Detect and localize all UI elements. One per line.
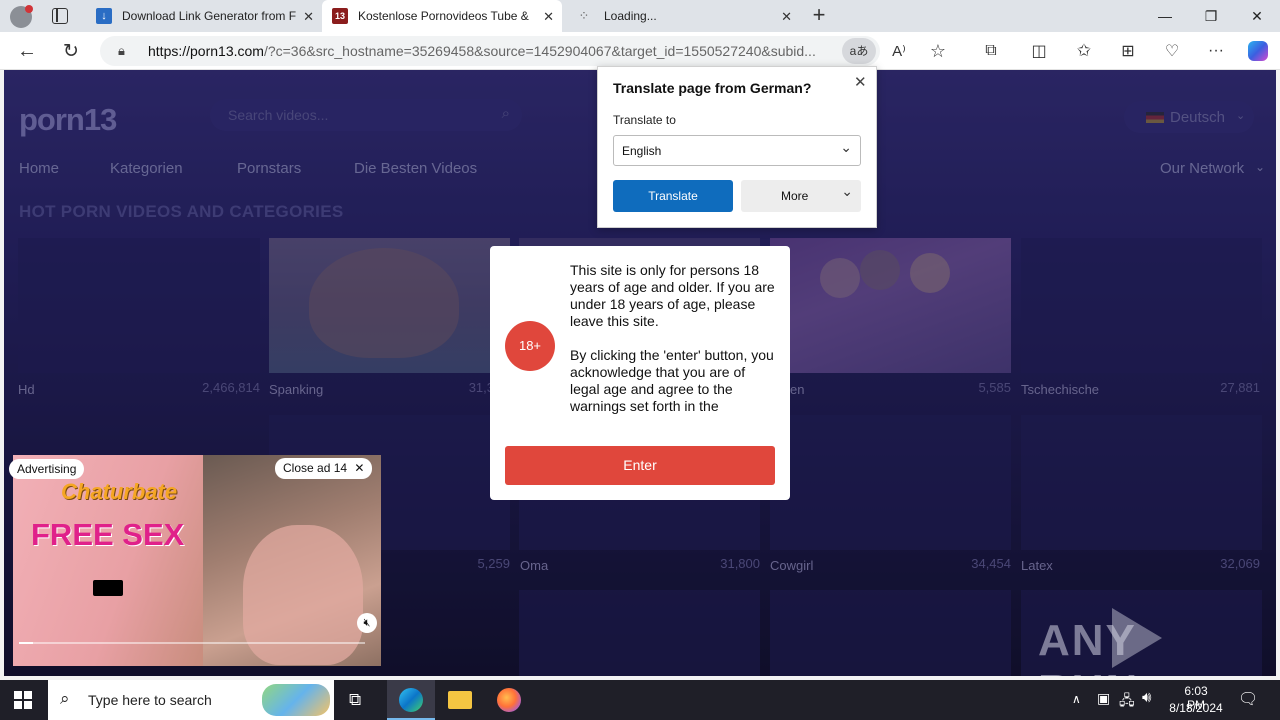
- enter-button[interactable]: Enter: [505, 446, 775, 485]
- close-window-icon[interactable]: ✕: [1234, 0, 1280, 32]
- file-explorer-icon[interactable]: [448, 691, 472, 709]
- age-verification-dialog: 18+ This site is only for persons 18 yea…: [490, 246, 790, 500]
- tab-loading[interactable]: ⁘ Loading... ✕: [566, 0, 800, 32]
- translate-title: Translate page from German?: [613, 80, 812, 96]
- split-screen-icon[interactable]: ◫: [1026, 38, 1052, 64]
- age-18-badge: 18+: [505, 321, 555, 371]
- device-icon[interactable]: ▣: [1097, 690, 1110, 707]
- copilot-icon[interactable]: [1245, 38, 1271, 64]
- windows-start-icon[interactable]: [14, 691, 32, 709]
- tab-actions-icon[interactable]: [52, 8, 68, 24]
- edge-taskbar-icon[interactable]: [387, 680, 435, 720]
- ad-brand-logo: Chaturbate: [61, 479, 178, 504]
- translate-page-icon[interactable]: aあ: [842, 38, 876, 64]
- network-icon[interactable]: 🖧︎: [1119, 690, 1135, 714]
- chevron-up-icon[interactable]: ∧: [1072, 692, 1081, 706]
- read-aloud-icon[interactable]: A⁾: [886, 38, 912, 64]
- search-icon: ⌕: [60, 689, 70, 708]
- translate-to-label: Translate to: [613, 113, 676, 127]
- minimize-icon[interactable]: —: [1142, 0, 1188, 32]
- browser-essentials-icon[interactable]: ♡: [1159, 38, 1185, 64]
- chevron-down-icon: ⌄: [841, 183, 853, 199]
- lock-icon[interactable]: 🔒︎: [118, 43, 125, 59]
- target-language-select[interactable]: English ⌄: [613, 135, 861, 166]
- translate-popup: Translate page from German? ✕ Translate …: [597, 66, 877, 228]
- more-button[interactable]: More ⌄: [741, 180, 861, 212]
- translate-button[interactable]: Translate: [613, 180, 733, 212]
- browser-toolbar: ← ↻ 🔒︎ https://porn13.com/?c=36&src_host…: [0, 32, 1280, 70]
- tab-title: Kostenlose Pornovideos Tube &: [358, 9, 529, 23]
- play-icon: [1112, 608, 1162, 668]
- tab-title: Loading...: [604, 9, 657, 23]
- notifications-icon[interactable]: 🗨︎: [1238, 689, 1258, 709]
- refresh-icon[interactable]: ↻: [58, 38, 84, 64]
- mute-icon[interactable]: 🔇︎: [357, 613, 377, 633]
- censor-box: [93, 580, 123, 596]
- volume-icon[interactable]: 🔊︎: [1142, 689, 1151, 706]
- ad-headline: FREE SEX: [31, 517, 185, 552]
- close-icon: ✕: [354, 461, 365, 475]
- download-icon: ↓: [96, 8, 112, 24]
- video-ad[interactable]: Chaturbate FREE SEX 🔇︎: [13, 455, 381, 666]
- taskbar-search-box[interactable]: ⌕ Type here to search: [48, 680, 334, 720]
- profile-avatar-icon[interactable]: [10, 5, 33, 28]
- tab-kostenlose-pornovideos[interactable]: 13 Kostenlose Pornovideos Tube & ✕: [322, 0, 562, 32]
- task-view-icon[interactable]: ⧉: [349, 690, 361, 710]
- loading-icon: ⁘: [578, 8, 590, 23]
- tab-strip: ↓ Download Link Generator from F ✕ 13 Ko…: [0, 0, 1280, 32]
- more-menu-icon[interactable]: ···: [1203, 38, 1229, 64]
- ad-progress-bar: [19, 642, 365, 644]
- favorites-icon[interactable]: ✩: [1071, 38, 1097, 64]
- close-ad-button[interactable]: Close ad 14 ✕: [275, 458, 373, 479]
- address-bar[interactable]: 🔒︎ https://porn13.com/?c=36&src_hostname…: [100, 36, 880, 66]
- windows-taskbar: ⌕ Type here to search ⧉ ∧ ▣ 🖧︎ 🔊︎ 6:03 P…: [0, 680, 1280, 720]
- chevron-down-icon: ⌄: [840, 139, 852, 155]
- restore-icon[interactable]: ❐: [1188, 0, 1234, 32]
- tab-download-link-generator[interactable]: ↓ Download Link Generator from F ✕: [86, 0, 322, 32]
- firefox-icon[interactable]: [497, 688, 521, 712]
- site-13-icon: 13: [332, 8, 348, 24]
- collections-icon[interactable]: ⊞: [1115, 38, 1141, 64]
- new-tab-button[interactable]: +: [808, 2, 830, 28]
- extensions-icon[interactable]: ⧉: [978, 38, 1004, 64]
- close-icon[interactable]: ✕: [543, 9, 554, 25]
- age-warning-text: This site is only for persons 18 years o…: [570, 262, 775, 414]
- close-icon[interactable]: ✕: [854, 73, 867, 91]
- url-text: https://porn13.com/?c=36&src_hostname=35…: [148, 43, 816, 59]
- anyrun-watermark: ANY RUN: [1038, 608, 1238, 676]
- close-icon[interactable]: ✕: [781, 9, 792, 25]
- tab-title: Download Link Generator from F: [122, 9, 297, 23]
- favorite-star-icon[interactable]: ☆: [925, 38, 951, 64]
- close-icon[interactable]: ✕: [303, 9, 314, 25]
- clock-date[interactable]: 8/18/2024: [1166, 701, 1226, 715]
- back-icon[interactable]: ←: [14, 38, 40, 64]
- advertising-label: Advertising: [9, 459, 85, 479]
- search-highlight-icon: [262, 684, 330, 716]
